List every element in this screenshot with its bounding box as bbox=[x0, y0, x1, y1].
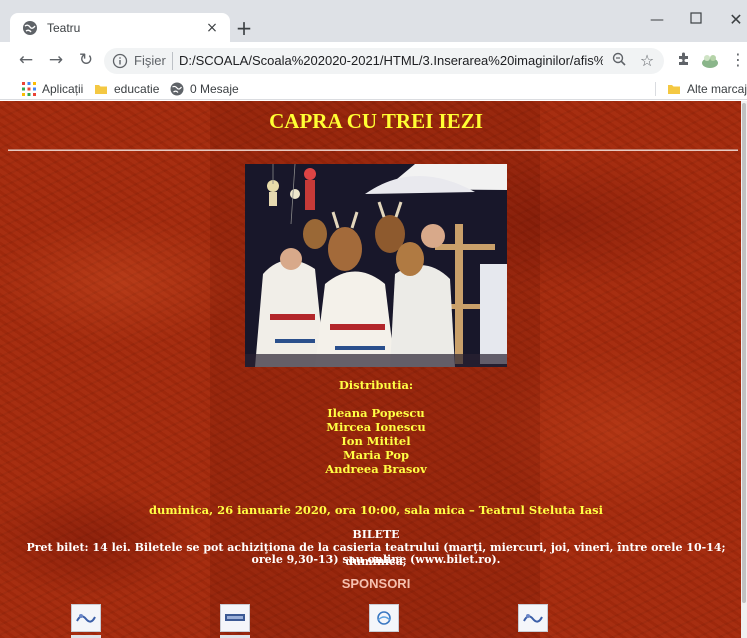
forward-icon[interactable]: → bbox=[46, 50, 66, 70]
scheme-label: Fişier bbox=[134, 53, 166, 68]
browser-tab[interactable]: Teatru × bbox=[10, 13, 230, 42]
url-text[interactable]: D:/SCOALA/Scoala%202020-2021/HTML/3.Inse… bbox=[179, 53, 603, 68]
other-bookmarks[interactable]: Alte marcaje bbox=[667, 80, 747, 98]
bookmarks-bar: Aplicații educatie 0 Mesaje Alte marcaje bbox=[0, 78, 747, 100]
horizontal-rule bbox=[8, 149, 738, 151]
back-icon[interactable]: ← bbox=[16, 50, 36, 70]
sponsori-heading: SPONSORI bbox=[341, 576, 411, 591]
address-bar[interactable]: Fişier D:/SCOALA/Scoala%202020-2021/HTML… bbox=[104, 48, 664, 74]
bookmarks-divider bbox=[655, 82, 656, 96]
folder-icon bbox=[667, 82, 681, 96]
other-bookmarks-label: Alte marcaje bbox=[687, 82, 747, 96]
bookmark-label: Aplicații bbox=[42, 82, 84, 96]
tab-close-icon[interactable]: × bbox=[204, 20, 220, 36]
zoom-icon[interactable] bbox=[610, 52, 628, 70]
tab-strip: Teatru × + — ✕ bbox=[0, 0, 747, 42]
menu-icon[interactable]: ⋮ bbox=[728, 50, 747, 70]
tab-title: Teatru bbox=[47, 20, 81, 35]
extensions-icon[interactable] bbox=[674, 50, 694, 70]
bookmark-label: educatie bbox=[114, 82, 160, 96]
close-window-icon[interactable]: ✕ bbox=[726, 10, 746, 30]
folder-icon bbox=[94, 82, 108, 96]
bookmark-apps[interactable]: Aplicații bbox=[22, 80, 83, 98]
cast-member: Mircea Ionescu bbox=[326, 420, 426, 434]
distributia-heading: Distributia: bbox=[338, 378, 414, 392]
page-scrollbar[interactable] bbox=[741, 101, 747, 638]
star-icon[interactable]: ☆ bbox=[638, 52, 656, 70]
profile-icon[interactable] bbox=[700, 50, 720, 70]
globe-icon bbox=[22, 20, 38, 36]
bookmark-mesaje[interactable]: 0 Mesaje bbox=[170, 80, 239, 98]
bilete-heading: BILETE bbox=[352, 528, 400, 541]
show-photo bbox=[245, 164, 507, 367]
sponsor-logo[interactable] bbox=[369, 604, 399, 632]
reload-icon[interactable]: ↻ bbox=[76, 50, 96, 70]
page-title: CAPRA CU TREI IEZI bbox=[269, 109, 483, 133]
sponsor-logo[interactable] bbox=[220, 604, 250, 632]
event-details: duminica, 26 ianuarie 2020, ora 10:00, s… bbox=[148, 503, 604, 517]
bilete-text-line-2: orele 9,30-13) sau online (www.bilet.ro)… bbox=[251, 553, 501, 566]
cast-member: Ion Mititel bbox=[341, 434, 411, 448]
bookmark-label: 0 Mesaje bbox=[190, 82, 239, 96]
scrollbar-thumb[interactable] bbox=[742, 103, 746, 603]
minimize-icon[interactable]: — bbox=[647, 10, 667, 30]
cast-member: Andreea Brasov bbox=[325, 462, 427, 476]
cast-member: Ileana Popescu bbox=[327, 406, 425, 420]
maximize-icon[interactable] bbox=[686, 10, 706, 30]
cast-member: Maria Pop bbox=[342, 448, 410, 462]
bookmark-educatie[interactable]: educatie bbox=[94, 80, 159, 98]
omnibox-divider bbox=[172, 52, 173, 70]
browser-toolbar: ← → ↻ Fişier D:/SCOALA/Scoala%202020-202… bbox=[0, 42, 747, 78]
globe-icon bbox=[170, 82, 184, 96]
sponsor-logo[interactable] bbox=[71, 604, 101, 632]
info-icon[interactable] bbox=[112, 53, 128, 69]
new-tab-button[interactable]: + bbox=[235, 18, 253, 38]
page-viewport: CAPRA CU TREI IEZI Distributia: Ileana P… bbox=[0, 101, 741, 638]
sponsor-logo[interactable] bbox=[518, 604, 548, 632]
apps-grid-icon bbox=[22, 82, 36, 96]
